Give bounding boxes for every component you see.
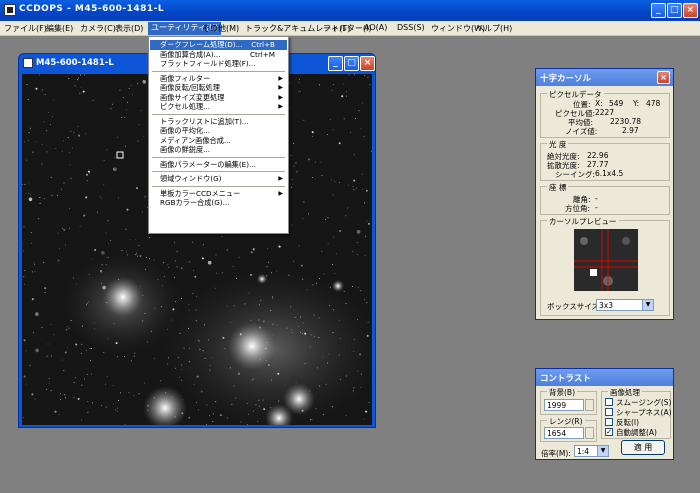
pixel-value: 2227 — [595, 108, 615, 117]
dropdown-item[interactable]: RGBカラー合成(G)... — [150, 198, 287, 208]
menu-separator — [152, 70, 285, 72]
app-title-bar: CCDOPS - M45-600-1481-L _ □ × — [0, 0, 700, 21]
dropdown-item[interactable]: 画像反転/回転処理 ▶ — [150, 83, 287, 93]
menu-help[interactable]: ヘルプ(H) — [476, 23, 512, 34]
apply-button[interactable]: 適 用 — [621, 440, 665, 455]
dropdown-item[interactable]: メディアン画像合成... — [150, 136, 287, 146]
close-button[interactable]: × — [683, 3, 698, 18]
pixel-data-group: ピクセルデータ 位置: X: 549 Y: 478 ピクセル値: 2227 平均… — [540, 89, 670, 138]
dropdown-item[interactable]: 画像の平均化... — [150, 126, 287, 136]
zoom-select[interactable]: 1:4 ▼ — [574, 445, 609, 457]
menu-edit[interactable]: 編集(E) — [46, 23, 73, 34]
dropdown-item[interactable]: 領域ウィンドウ(G) ▶ — [150, 174, 287, 184]
image-maximize-button[interactable]: □ — [344, 56, 359, 71]
average-value: 2230.78 — [610, 117, 642, 126]
noise-value: 2.97 — [622, 126, 639, 135]
cursor-preview-image — [574, 229, 638, 291]
maximize-button[interactable]: □ — [667, 3, 682, 18]
cursor-y-value: 478 — [646, 99, 661, 108]
dropdown-item[interactable]: 単板カラーCCDメニュー ▶ — [150, 189, 287, 199]
menu-camera[interactable]: カメラ(C) — [80, 23, 116, 34]
crosshair-panel-title: 十字カーソル × — [536, 69, 673, 86]
abs-mag-value: 22.96 — [587, 151, 609, 160]
app-logo-icon — [4, 4, 16, 16]
ext-mag-value: 27.77 — [587, 160, 609, 169]
dropdown-item[interactable]: ダークフレーム処理(D)... Ctrl+B — [150, 40, 287, 50]
sharpness-checkbox[interactable] — [605, 408, 613, 416]
minimize-button[interactable]: _ — [651, 3, 666, 18]
dropdown-item[interactable]: フラットフィールド処理(F)... — [150, 59, 287, 69]
menubar: ファイル(F) 編集(E) カメラ(C) 表示(D) ユーティリティ(U) その… — [0, 21, 700, 36]
image-close-button[interactable]: × — [360, 56, 375, 71]
seeing-value: 6.1x4.5 — [595, 169, 624, 178]
cursor-preview-group: カーソルプレビュー ボックスサイズ: 3x3 ▼ — [540, 216, 670, 316]
dropdown-item[interactable]: 画像パラメーターの編集(E)... — [150, 160, 287, 170]
background-group: 背景(B) 1999 — [540, 387, 597, 415]
dropdown-item[interactable]: 画像加算合成(A)... Ctrl+M — [150, 50, 287, 60]
invert-checkbox[interactable] — [605, 418, 613, 426]
photometry-group: 光 度 絶対光度: 22.96 拡散光度: 27.77 シーイング: 6.1x4… — [540, 139, 670, 181]
submenu-arrow-icon: ▶ — [278, 74, 283, 82]
dropdown-item[interactable]: 画像フィルター ▶ — [150, 74, 287, 84]
coordinates-group: 座 標 離角: - 方位角: - — [540, 182, 670, 215]
crosshair-panel-close-icon[interactable]: × — [657, 71, 670, 84]
menu-file[interactable]: ファイル(F) — [4, 23, 47, 34]
dropdown-item[interactable]: 画像の鮮鋭度... — [150, 145, 287, 155]
submenu-arrow-icon: ▶ — [278, 84, 283, 91]
menu-view[interactable]: 表示(D) — [115, 23, 143, 34]
contrast-panel: コントラスト 背景(B) 1999 レンジ(R) 1654 画像処理 スムージン… — [535, 368, 674, 460]
dropdown-item[interactable]: トラックリストに追加(T)... — [150, 117, 287, 127]
smoothing-checkbox[interactable] — [605, 398, 613, 406]
image-window-icon — [23, 58, 33, 68]
image-processing-group: 画像処理 スムージング(S) シャープネス(A) 反転(I) ✓ 自動調整(A) — [601, 387, 672, 439]
submenu-arrow-icon: ▶ — [278, 93, 283, 101]
submenu-arrow-icon: ▶ — [278, 175, 283, 182]
menu-separator — [152, 156, 285, 158]
chevron-down-icon: ▼ — [642, 300, 653, 310]
menu-separator — [152, 185, 285, 187]
contrast-panel-title: コントラスト — [536, 369, 673, 386]
menu-separator — [152, 113, 285, 115]
utility-dropdown-menu: ダークフレーム処理(D)... Ctrl+B 画像加算合成(A)... Ctrl+M フ… — [148, 36, 289, 234]
range-spinner[interactable] — [585, 427, 594, 439]
menu-dss[interactable]: DSS(S) — [397, 23, 425, 32]
background-input[interactable]: 1999 — [544, 399, 584, 411]
dropdown-item[interactable]: ピクセル処理... ▶ — [150, 102, 287, 112]
image-minimize-button[interactable]: _ — [328, 56, 343, 71]
submenu-arrow-icon: ▶ — [278, 103, 283, 110]
range-group: レンジ(R) 1654 — [540, 416, 597, 442]
submenu-arrow-icon: ▶ — [278, 189, 283, 197]
menu-other[interactable]: その他(M) — [202, 23, 239, 34]
box-size-select[interactable]: 3x3 ▼ — [596, 299, 654, 311]
app-title: CCDOPS - M45-600-1481-L — [19, 4, 165, 14]
menu-separator — [152, 171, 285, 172]
dropdown-item[interactable]: 画像サイズ変更処理 ▶ — [150, 93, 287, 103]
chevron-down-icon: ▼ — [597, 446, 608, 456]
range-input[interactable]: 1654 — [544, 427, 584, 439]
cursor-x-value: 549 — [609, 99, 624, 108]
crosshair-cursor-panel: 十字カーソル × ピクセルデータ 位置: X: 549 Y: 478 ピクセル値… — [535, 68, 674, 320]
auto-adjust-checkbox[interactable]: ✓ — [605, 428, 613, 436]
menu-ao[interactable]: AO(A) — [364, 23, 387, 32]
background-spinner[interactable] — [585, 399, 594, 411]
